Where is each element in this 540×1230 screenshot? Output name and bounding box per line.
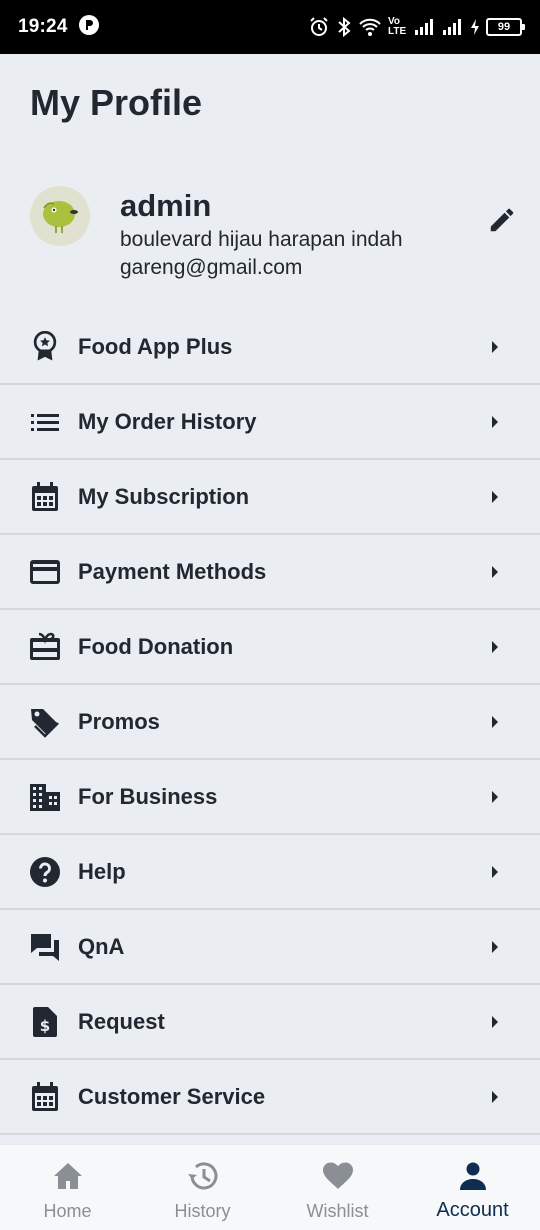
svg-text:$: $ (40, 1017, 50, 1035)
chevron-right-icon (488, 713, 502, 731)
nav-label: Account (436, 1199, 509, 1221)
chat-bubbles-icon (28, 930, 62, 964)
battery-indicator: 99 (486, 18, 525, 36)
avatar[interactable] (30, 186, 90, 246)
credit-card-icon (28, 555, 62, 589)
chevron-right-icon (488, 638, 502, 656)
menu-item-subscription[interactable]: My Subscription (0, 460, 540, 535)
edit-profile-button[interactable] (484, 204, 520, 240)
menu-item-for-business[interactable]: For Business (0, 760, 540, 835)
alarm-icon (308, 16, 330, 38)
menu-label: QnA (78, 933, 125, 959)
chevron-right-icon (488, 788, 502, 806)
nav-item-wishlist[interactable]: Wishlist (270, 1145, 405, 1230)
page-title: My Profile (30, 82, 203, 123)
app-notification-icon (78, 14, 100, 41)
gift-card-icon (28, 630, 62, 664)
question-circle-icon (28, 855, 62, 889)
heart-icon (321, 1159, 355, 1193)
bluetooth-icon (336, 16, 352, 38)
menu-label: Help (78, 858, 126, 884)
menu-item-promos[interactable]: Promos (0, 685, 540, 760)
menu-item-qna[interactable]: QnA (0, 910, 540, 985)
profile-address: boulevard hijau harapan indah (120, 228, 403, 251)
chevron-right-icon (488, 563, 502, 581)
status-bar: 19:24 Vo LTE 99 (0, 0, 540, 54)
home-icon (51, 1159, 85, 1193)
profile-email: gareng@gmail.com (120, 256, 303, 279)
menu-item-customer-service[interactable]: Customer Service (0, 1060, 540, 1135)
bottom-navigation: Home History Wishlist Account (0, 1144, 540, 1230)
menu-item-help[interactable]: Help (0, 835, 540, 910)
menu-label: My Order History (78, 408, 257, 434)
chevron-right-icon (488, 338, 502, 356)
nav-label: History (174, 1201, 231, 1221)
nav-label: Home (43, 1201, 92, 1221)
pencil-icon (487, 205, 517, 240)
charging-icon (470, 18, 480, 36)
menu-label: Promos (78, 708, 160, 734)
nav-item-history[interactable]: History (135, 1145, 270, 1230)
history-icon (186, 1159, 220, 1193)
menu-label: My Subscription (78, 483, 250, 509)
menu-item-payment-methods[interactable]: Payment Methods (0, 535, 540, 610)
badge-star-icon (28, 330, 62, 364)
chevron-right-icon (488, 413, 502, 431)
profile-header: admin boulevard hijau harapan indah gare… (30, 184, 520, 284)
chevron-right-icon (488, 938, 502, 956)
chevron-right-icon (488, 1088, 502, 1106)
wifi-icon (358, 17, 382, 37)
menu-label: Customer Service (78, 1083, 266, 1109)
nav-label: Wishlist (306, 1201, 369, 1221)
nav-item-home[interactable]: Home (0, 1145, 135, 1230)
profile-name: admin (120, 188, 212, 223)
list-icon (28, 405, 62, 439)
menu-label: Request (78, 1008, 165, 1034)
profile-menu: Food App Plus My Order History My Subscr… (0, 311, 540, 1135)
calendar-icon (28, 480, 62, 514)
person-icon (456, 1159, 490, 1193)
menu-item-request[interactable]: $ Request (0, 985, 540, 1060)
menu-item-food-donation[interactable]: Food Donation (0, 610, 540, 685)
status-time: 19:24 (18, 16, 68, 37)
volte-icon: Vo LTE (388, 16, 407, 37)
chevron-right-icon (488, 1013, 502, 1031)
menu-item-order-history[interactable]: My Order History (0, 385, 540, 460)
menu-label: Food Donation (78, 633, 234, 659)
nav-item-account[interactable]: Account (405, 1145, 540, 1230)
tag-icon (28, 705, 62, 739)
chevron-right-icon (488, 863, 502, 881)
menu-label: For Business (78, 783, 218, 809)
menu-item-food-app-plus[interactable]: Food App Plus (0, 311, 540, 385)
calendar-icon (28, 1080, 62, 1114)
menu-label: Payment Methods (78, 558, 267, 584)
menu-label: Food App Plus (78, 334, 233, 359)
building-icon (28, 780, 62, 814)
chevron-right-icon (488, 488, 502, 506)
signal-icon-2 (442, 18, 464, 36)
dollar-document-icon: $ (28, 1005, 62, 1039)
signal-icon (414, 18, 436, 36)
